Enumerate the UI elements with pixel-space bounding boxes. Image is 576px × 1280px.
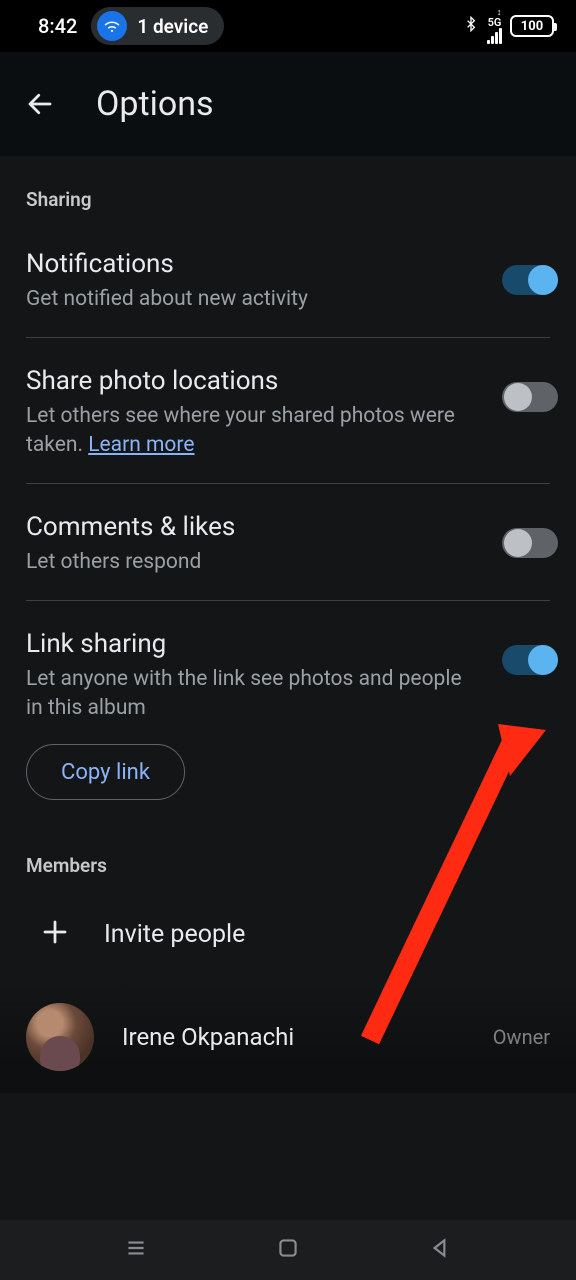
setting-title: Notifications (26, 249, 482, 279)
setting-desc: Let anyone with the link see photos and … (26, 665, 482, 722)
network-indicator: ↕5G (487, 9, 502, 44)
setting-title: Link sharing (26, 629, 482, 659)
setting-desc: Let others see where your shared photos … (26, 402, 482, 459)
section-label-members: Members (0, 800, 576, 887)
member-row[interactable]: Irene Okpanachi Owner (0, 981, 576, 1093)
setting-title: Comments & likes (26, 512, 482, 542)
page-title: Options (96, 84, 214, 124)
arrow-left-icon (25, 89, 55, 119)
copy-link-button[interactable]: Copy link (26, 744, 185, 800)
comments-likes-toggle[interactable] (502, 528, 558, 558)
signal-bars-icon (487, 28, 502, 44)
menu-icon (123, 1235, 149, 1261)
device-count-label: 1 device (137, 15, 208, 38)
battery-indicator: 100 (510, 15, 554, 37)
setting-text: Notifications Get notified about new act… (26, 249, 482, 313)
wifi-icon (97, 11, 127, 41)
content-area: Sharing Notifications Get notified about… (0, 156, 576, 1220)
setting-text: Comments & likes Let others respond (26, 512, 482, 576)
system-nav-bar (0, 1220, 576, 1280)
setting-text: Link sharing Let anyone with the link se… (26, 629, 482, 722)
member-name: Irene Okpanachi (122, 1023, 465, 1051)
app-bar: Options (0, 52, 576, 156)
setting-desc: Get notified about new activity (26, 285, 482, 313)
connected-device-pill[interactable]: 1 device (91, 7, 224, 45)
notifications-toggle[interactable] (502, 265, 558, 295)
invite-people-row[interactable]: Invite people (0, 887, 576, 981)
nav-home-button[interactable] (275, 1235, 301, 1265)
setting-desc: Let others respond (26, 548, 482, 576)
setting-title: Share photo locations (26, 366, 482, 396)
status-time: 8:42 (38, 14, 77, 38)
back-button[interactable] (18, 82, 62, 126)
share-locations-toggle[interactable] (502, 382, 558, 412)
learn-more-link[interactable]: Learn more (88, 433, 194, 457)
plus-icon (40, 917, 70, 951)
nav-back-button[interactable] (427, 1235, 453, 1265)
battery-pct-label: 100 (521, 19, 543, 34)
avatar (26, 1003, 94, 1071)
setting-text: Share photo locations Let others see whe… (26, 366, 482, 459)
member-role: Owner (493, 1025, 550, 1049)
square-icon (275, 1235, 301, 1261)
setting-notifications[interactable]: Notifications Get notified about new act… (0, 221, 576, 337)
section-label-sharing: Sharing (0, 156, 576, 221)
status-bar: 8:42 1 device ↕5G 100 (0, 0, 576, 52)
setting-link-sharing[interactable]: Link sharing Let anyone with the link se… (0, 601, 576, 734)
network-type-label: 5G (488, 18, 502, 27)
setting-share-locations[interactable]: Share photo locations Let others see whe… (0, 338, 576, 483)
setting-comments-likes[interactable]: Comments & likes Let others respond (0, 484, 576, 600)
link-sharing-toggle[interactable] (502, 645, 558, 675)
invite-people-label: Invite people (104, 920, 245, 949)
bluetooth-icon (463, 14, 479, 39)
triangle-left-icon (427, 1235, 453, 1261)
nav-recent-button[interactable] (123, 1235, 149, 1265)
status-left: 8:42 1 device (38, 7, 224, 45)
copy-link-label: Copy link (61, 760, 150, 785)
status-right: ↕5G 100 (463, 9, 554, 44)
